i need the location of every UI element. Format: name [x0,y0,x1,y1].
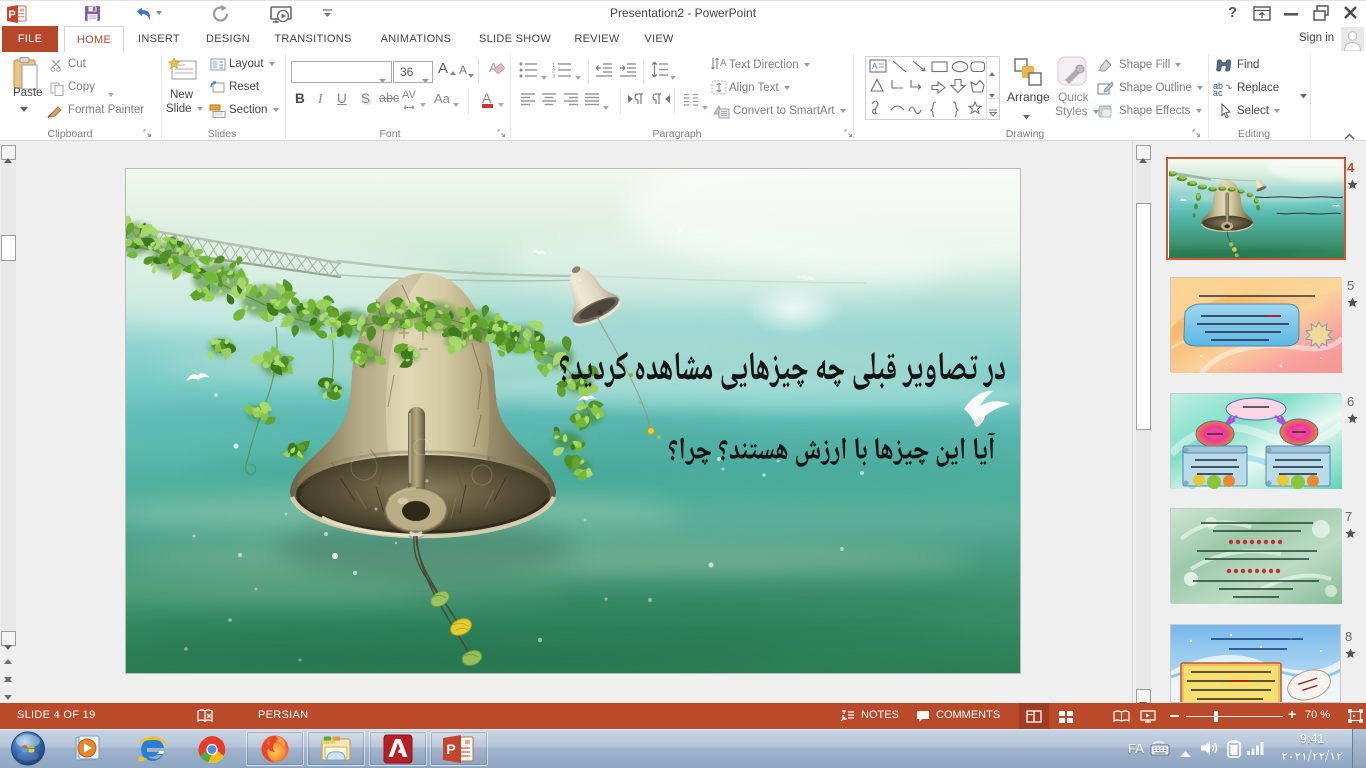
svg-text:A: A [720,58,727,69]
svg-text:ac: ac [1213,88,1223,96]
svg-text:3: 3 [552,74,555,78]
svg-text:A: A [872,62,878,71]
svg-text:P: P [446,741,455,757]
